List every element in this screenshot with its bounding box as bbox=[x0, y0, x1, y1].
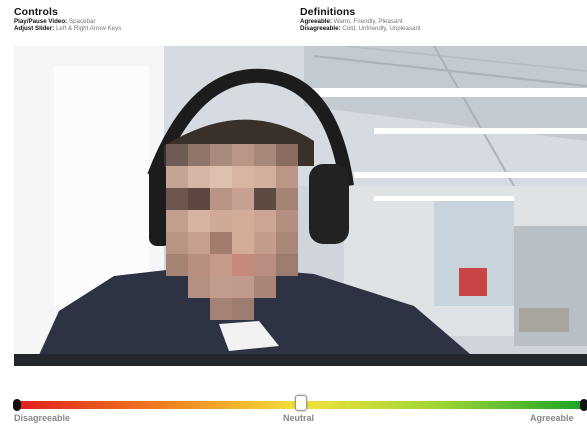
video-player[interactable] bbox=[14, 46, 587, 366]
disagreeable-definition: Disagreeable: Cold, Unfriendly, Unpleasa… bbox=[300, 24, 421, 32]
definitions-title: Definitions bbox=[300, 6, 356, 18]
adjust-slider-instruction: Adjust Slider: Left & Right Arrow Keys bbox=[14, 24, 122, 32]
slider-end-cap-right bbox=[580, 399, 587, 411]
video-frame bbox=[14, 46, 587, 366]
definitions-panel: Definitions Agreeable: Warm, Friendly, P… bbox=[300, 6, 421, 32]
controls-title: Controls bbox=[14, 6, 58, 18]
agreeable-label: Agreeable bbox=[530, 413, 574, 423]
controls-panel: Controls Play/Pause Video: Spacebar Adju… bbox=[14, 6, 122, 32]
disagreeable-label: Disagreeable bbox=[14, 413, 71, 423]
agreeableness-slider[interactable] bbox=[13, 395, 587, 411]
neutral-label: Neutral bbox=[283, 413, 315, 423]
video-controls-bar bbox=[14, 354, 587, 366]
slider-end-cap-left bbox=[13, 399, 21, 411]
slider-thumb[interactable] bbox=[294, 395, 307, 411]
